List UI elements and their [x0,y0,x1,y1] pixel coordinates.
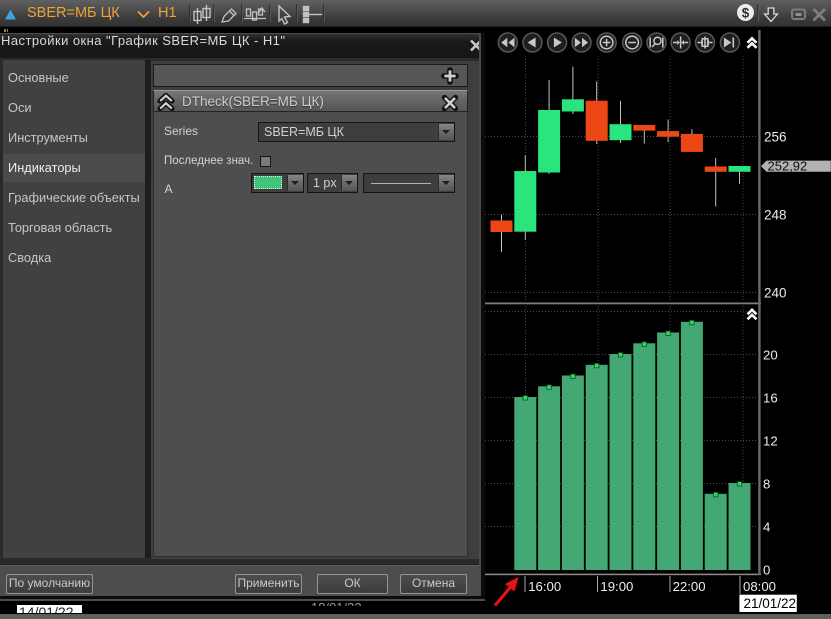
svg-text:256: 256 [764,129,787,144]
svg-text:248: 248 [764,207,787,222]
svg-text:240: 240 [764,285,787,300]
svg-text:21/01/22: 21/01/22 [744,596,797,611]
svg-text:08:00: 08:00 [743,579,776,594]
svg-text:$: $ [742,5,750,20]
svg-text:19:00: 19:00 [600,579,633,594]
svg-text:16:00: 16:00 [528,579,561,594]
svg-text:20: 20 [763,348,778,363]
svg-text:0: 0 [763,563,770,578]
svg-text:252,92: 252,92 [768,158,808,173]
svg-text:8: 8 [763,477,770,492]
svg-text:16: 16 [763,391,778,406]
svg-text:4: 4 [763,520,770,535]
svg-text:22:00: 22:00 [673,579,706,594]
svg-text:12: 12 [763,434,778,449]
